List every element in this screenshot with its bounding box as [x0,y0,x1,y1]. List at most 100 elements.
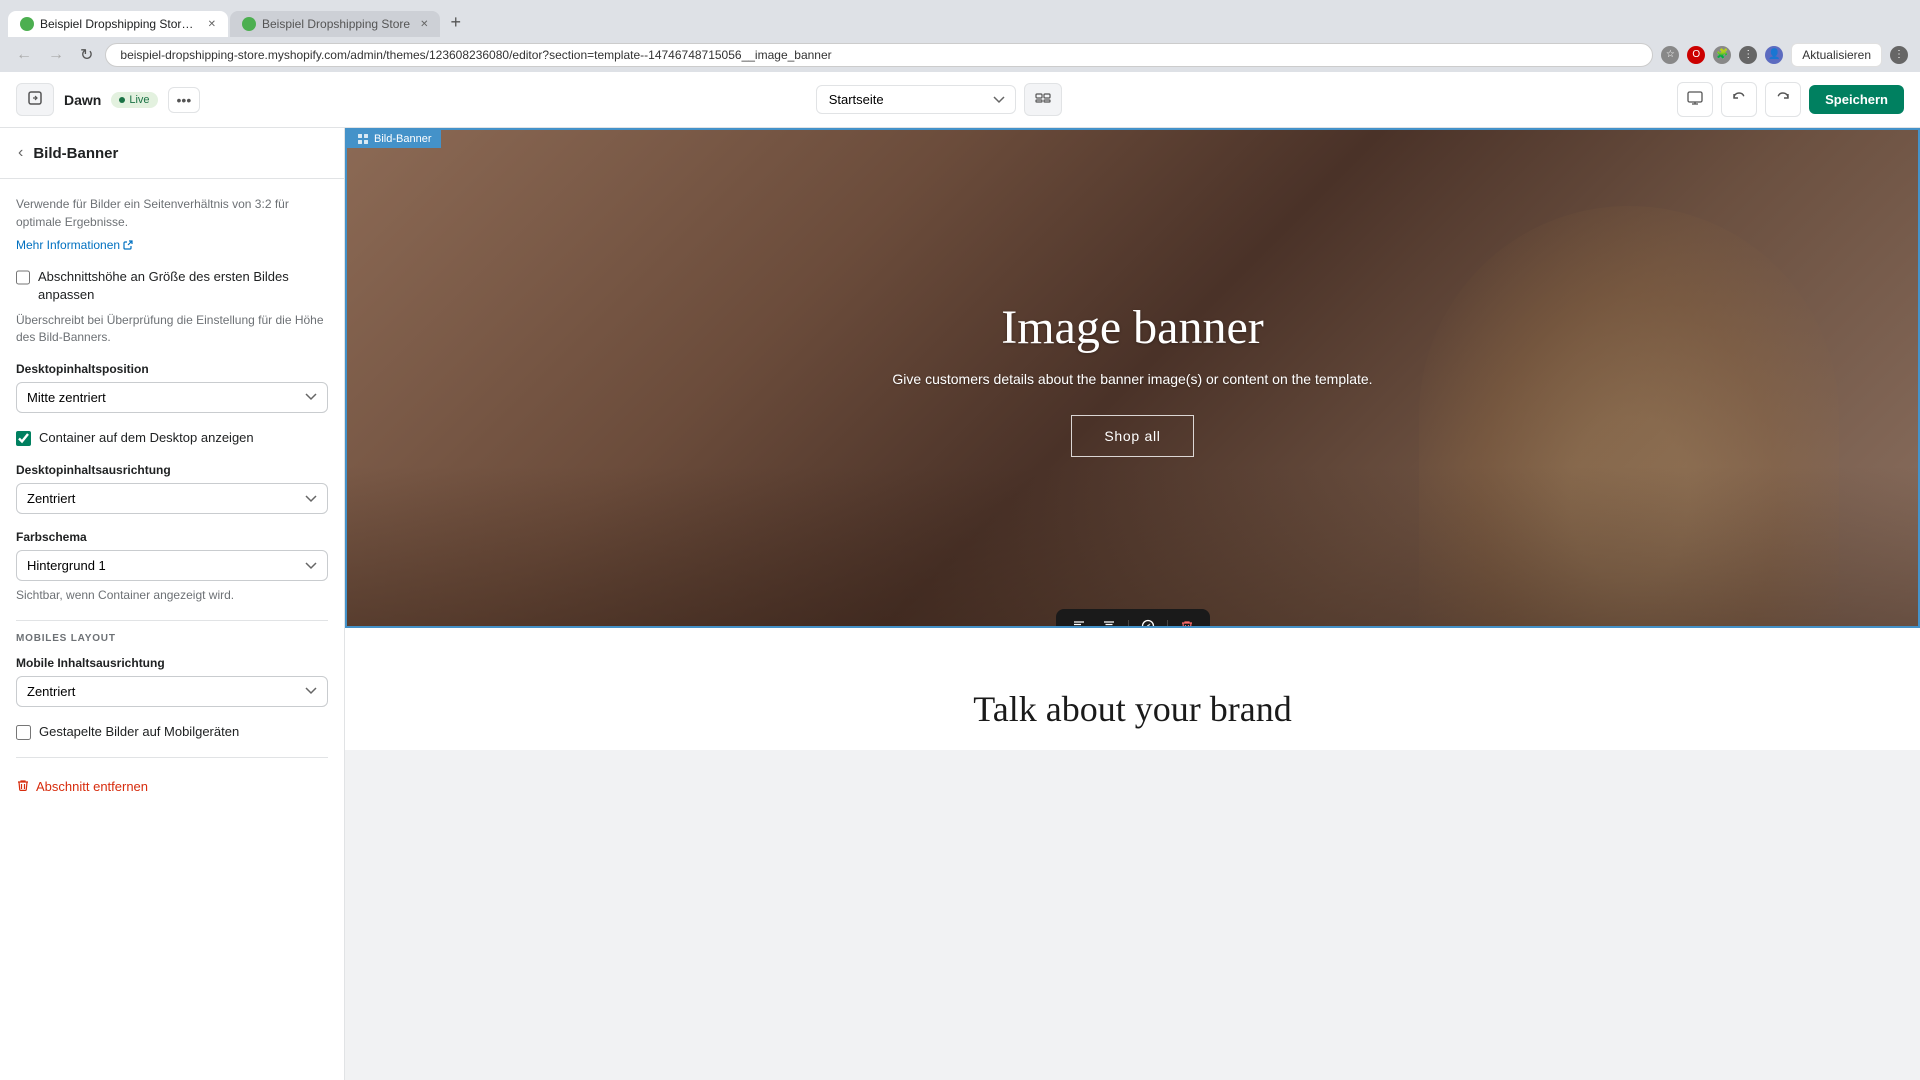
delete-section-button[interactable]: Abschnitt entfernen [16,770,328,803]
divider-2 [16,757,328,758]
save-button[interactable]: Speichern [1809,85,1904,114]
image-banner[interactable]: Bild-Banner Image banner Give customers … [345,128,1920,628]
theme-more-button[interactable]: ••• [168,87,201,113]
sidebar-back-button[interactable]: ‹ [16,142,25,164]
floating-toolbar [1056,609,1210,628]
banner-title: Image banner [892,300,1372,355]
section-height-row: Abschnittshöhe an Größe des ersten Bilde… [16,268,328,304]
toolbar-edit-button[interactable] [1135,615,1161,628]
section-height-label[interactable]: Abschnittshöhe an Größe des ersten Bilde… [38,268,328,304]
exit-editor-button[interactable] [16,83,54,116]
exit-icon [27,90,43,106]
toolbar-delete-button[interactable] [1174,615,1200,628]
menu-icon[interactable]: ⋮ [1739,46,1757,64]
live-dot [119,97,125,103]
page-select[interactable]: Startseite [816,85,1016,114]
browser-icons: ☆ O 🧩 ⋮ 👤 Aktualisieren ⋮ [1661,43,1908,67]
mobile-align-label: Mobile Inhaltsausrichtung [16,656,328,670]
url-bar[interactable]: beispiel-dropshipping-store.myshopify.co… [105,43,1653,67]
desktop-view-button[interactable] [1677,82,1713,117]
section-height-section: Abschnittshöhe an Größe des ersten Bilde… [16,268,328,346]
below-brand-title: Talk about your brand [385,688,1880,730]
external-link-icon [123,240,133,250]
desktop-align-select[interactable]: Zentriert Links Rechts [16,483,328,514]
banner-gradient-overlay [347,466,1918,626]
desktop-align-label: Desktopinhaltsausrichtung [16,463,328,477]
toolbar-align-center-button[interactable] [1096,615,1122,628]
main-layout: ‹ Bild-Banner Verwende für Bilder ein Se… [0,128,1920,1080]
forward-button[interactable]: → [44,44,68,66]
topbar-left: Dawn Live ••• [16,83,200,116]
mehr-informationen-link[interactable]: Mehr Informationen [16,238,133,252]
section-height-hint: Überschreibt bei Überprüfung die Einstel… [16,312,328,346]
banner-grid-icon [357,133,369,145]
toolbar-divider-2 [1167,620,1168,629]
mobile-align-section: Mobile Inhaltsausrichtung Zentriert Link… [16,656,328,707]
align-left-icon [1072,619,1086,628]
topbar-center: Startseite [212,83,1665,116]
delete-icon [16,778,30,795]
new-tab-button[interactable]: + [442,8,469,37]
link-label: Mehr Informationen [16,238,120,252]
back-button[interactable]: ← [12,44,36,66]
tab-close-2[interactable]: ✕ [420,19,428,30]
banner-section-label: Bild-Banner [347,130,441,148]
mobile-align-select[interactable]: Zentriert Links Rechts [16,676,328,707]
undo-button[interactable] [1721,82,1757,117]
redo-button[interactable] [1765,82,1801,117]
trash-icon [16,778,30,792]
sidebar-title: Bild-Banner [33,145,118,162]
theme-name: Dawn [64,92,101,108]
extensions-icon[interactable]: 🧩 [1713,46,1731,64]
show-container-row: Container auf dem Desktop anzeigen [16,429,328,447]
sidebar-description: Verwende für Bilder ein Seitenverhältnis… [16,195,328,231]
live-badge: Live [111,92,157,108]
canvas-area: Bild-Banner Image banner Give customers … [345,128,1920,1080]
stacked-images-label[interactable]: Gestapelte Bilder auf Mobilgeräten [39,723,239,741]
toolbar-align-left-button[interactable] [1066,615,1092,628]
more-options-icon[interactable]: ⋮ [1890,46,1908,64]
user-avatar[interactable]: 👤 [1765,46,1783,64]
color-scheme-select[interactable]: Hintergrund 1 Hintergrund 2 Hintergrund … [16,550,328,581]
toolbar-trash-icon [1180,619,1194,628]
desktop-position-section: Desktopinhaltsposition Mitte zentriert L… [16,362,328,413]
stacked-images-row: Gestapelte Bilder auf Mobilgeräten [16,723,328,741]
banner-section-name: Bild-Banner [374,133,431,145]
tab-close-1[interactable]: ✕ [208,19,216,30]
banner-subtitle: Give customers details about the banner … [892,371,1372,387]
desktop-position-label: Desktopinhaltsposition [16,362,328,376]
color-scheme-label: Farbschema [16,530,328,544]
undo-icon [1730,89,1748,107]
delete-label: Abschnitt entfernen [36,779,148,794]
sidebar-header: ‹ Bild-Banner [0,128,344,179]
tab-favicon-2 [242,17,256,31]
show-container-section: Container auf dem Desktop anzeigen [16,429,328,447]
stacked-images-section: Gestapelte Bilder auf Mobilgeräten [16,723,328,741]
section-height-checkbox[interactable] [16,270,30,285]
desktop-position-select[interactable]: Mitte zentriert Links Rechts [16,382,328,413]
below-banner-section: Talk about your brand [345,628,1920,750]
reload-button[interactable]: ↻ [76,43,97,67]
desktop-align-section: Desktopinhaltsausrichtung Zentriert Link… [16,463,328,514]
bookmark-icon[interactable]: ☆ [1661,46,1679,64]
color-scheme-section: Farbschema Hintergrund 1 Hintergrund 2 H… [16,530,328,604]
update-button[interactable]: Aktualisieren [1791,43,1882,67]
admin-topbar: Dawn Live ••• Startseite [0,72,1920,128]
mobile-layout-label: MOBILES LAYOUT [16,633,328,644]
sidebar-content: Verwende für Bilder ein Seitenverhältnis… [0,179,344,819]
url-text: beispiel-dropshipping-store.myshopify.co… [120,48,831,62]
tab-active[interactable]: Beispiel Dropshipping Store - ... ✕ [8,11,228,37]
toolbar-divider-1 [1128,620,1129,629]
show-container-label[interactable]: Container auf dem Desktop anzeigen [39,429,254,447]
stacked-images-checkbox[interactable] [16,725,31,740]
shop-all-button[interactable]: Shop all [1071,415,1193,457]
live-label: Live [129,94,149,106]
profile-icon[interactable]: O [1687,46,1705,64]
topbar-right: Speichern [1677,82,1904,117]
show-container-checkbox[interactable] [16,431,31,446]
preview-frame: Bild-Banner Image banner Give customers … [345,128,1920,750]
customizer-grid-button[interactable] [1024,83,1062,116]
banner-content: Image banner Give customers details abou… [892,300,1372,457]
tab-favicon-1 [20,17,34,31]
tab-inactive[interactable]: Beispiel Dropshipping Store ✕ [230,11,440,37]
